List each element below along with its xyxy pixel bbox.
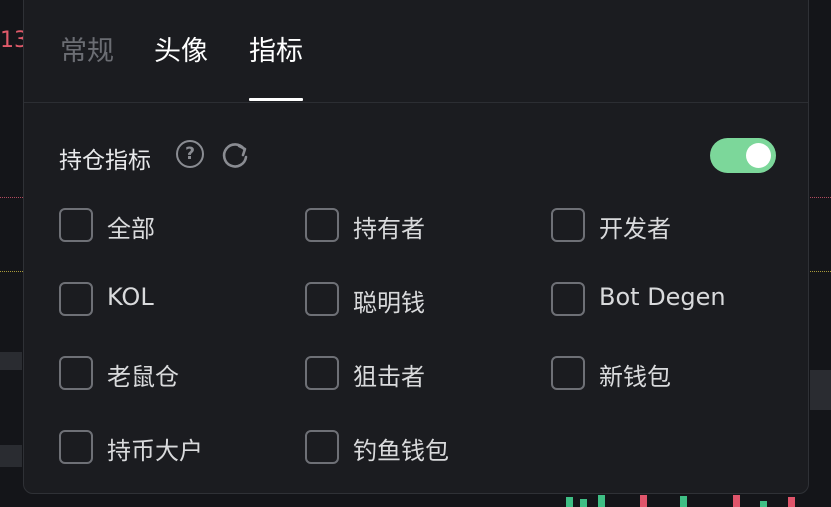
checkbox-box[interactable] <box>305 208 339 242</box>
background-bar <box>0 445 22 467</box>
checkbox-box[interactable] <box>305 430 339 464</box>
background-candle <box>640 495 647 507</box>
checkbox-box[interactable] <box>305 356 339 390</box>
tab-general[interactable]: 常规 <box>60 29 114 89</box>
indicator-settings-panel: 常规 头像 指标 持仓指标 ? 全部 持有者 开发者 KOL 聪明钱 Bot D… <box>23 0 809 494</box>
background-candle <box>760 501 767 507</box>
background-candle <box>580 499 587 507</box>
checkbox-label: 钓鱼钱包 <box>353 437 449 465</box>
checkbox-label: 持币大户 <box>107 437 203 465</box>
checkbox-label: 狙击者 <box>353 363 425 391</box>
help-icon[interactable]: ? <box>176 140 204 168</box>
background-bar <box>810 370 831 410</box>
checkbox-box[interactable] <box>305 282 339 316</box>
checkbox-label: 全部 <box>107 215 155 243</box>
background-candle <box>788 497 795 507</box>
tab-bar: 常规 头像 指标 <box>24 0 808 103</box>
checkbox-box[interactable] <box>551 356 585 390</box>
checkbox-box[interactable] <box>551 282 585 316</box>
checkbox-label: KOL <box>107 283 154 311</box>
checkbox-label: 聪明钱 <box>353 289 425 317</box>
tab-indicators[interactable]: 指标 <box>249 29 303 101</box>
checkbox-label: 持有者 <box>353 215 425 243</box>
refresh-icon[interactable] <box>220 140 250 170</box>
holding-indicator-toggle[interactable] <box>710 138 776 173</box>
background-candle <box>733 495 740 507</box>
checkbox-label: Bot Degen <box>599 283 726 311</box>
checkbox-box[interactable] <box>59 356 93 390</box>
background-bar <box>0 352 22 370</box>
checkbox-label: 老鼠仓 <box>107 363 179 391</box>
section-title: 持仓指标 <box>59 148 151 174</box>
checkbox-label: 开发者 <box>599 215 671 243</box>
checkbox-box[interactable] <box>59 208 93 242</box>
background-candle <box>598 495 605 507</box>
toggle-knob <box>746 143 771 168</box>
tab-avatar[interactable]: 头像 <box>154 29 208 89</box>
checkbox-box[interactable] <box>551 208 585 242</box>
checkbox-label: 新钱包 <box>599 363 671 391</box>
active-tab-underline <box>249 98 303 101</box>
background-candle <box>680 496 687 507</box>
background-candle <box>566 497 573 507</box>
checkbox-box[interactable] <box>59 282 93 316</box>
checkbox-box[interactable] <box>59 430 93 464</box>
